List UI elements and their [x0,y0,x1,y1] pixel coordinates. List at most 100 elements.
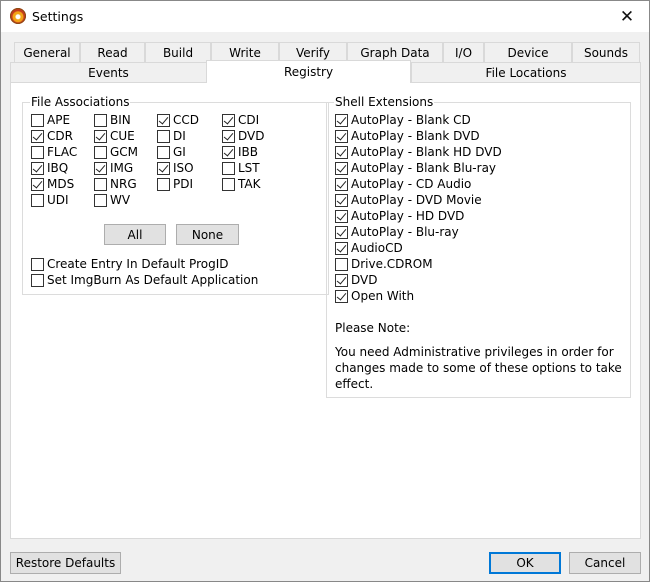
close-icon[interactable]: ✕ [605,1,649,32]
file-assoc-wv-checkbox[interactable]: WV [94,192,130,208]
shell-ext-autoplay-blank-cd-checkbox[interactable]: AutoPlay - Blank CD [335,112,471,128]
checkbox-label: DVD [351,273,378,287]
shell-ext-drive-cdrom-checkbox[interactable]: Drive.CDROM [335,256,433,272]
file-assoc-mds-checkbox[interactable]: MDS [31,176,74,192]
cancel-button[interactable]: Cancel [569,552,641,574]
ok-button[interactable]: OK [489,552,561,574]
file-assoc-cue-checkbox[interactable]: CUE [94,128,135,144]
checkbox-box[interactable] [335,161,348,175]
checkbox-box[interactable] [31,161,44,175]
shell-ext-autoplay-hd-dvd-checkbox[interactable]: AutoPlay - HD DVD [335,208,464,224]
checkbox-box[interactable] [157,129,170,143]
shell-ext-autoplay-blank-dvd-checkbox[interactable]: AutoPlay - Blank DVD [335,128,480,144]
none-button[interactable]: None [176,224,239,245]
create-entry-default-progid-checkbox[interactable]: Create Entry In Default ProgID [31,256,228,272]
shell-ext-autoplay-blu-ray-checkbox[interactable]: AutoPlay - Blu-ray [335,224,459,240]
file-assoc-dvd-checkbox[interactable]: DVD [222,128,264,144]
restore-defaults-button[interactable]: Restore Defaults [10,552,121,574]
checkbox-label: CUE [110,129,135,143]
tab-general[interactable]: General [14,42,80,62]
checkbox-box[interactable] [335,129,348,143]
file-assoc-gcm-checkbox[interactable]: GCM [94,144,138,160]
file-assoc-img-checkbox[interactable]: IMG [94,160,133,176]
shell-ext-audiocd-checkbox[interactable]: AudioCD [335,240,403,256]
file-assoc-ccd-checkbox[interactable]: CCD [157,112,199,128]
file-assoc-tak-checkbox[interactable]: TAK [222,176,260,192]
checkbox-box[interactable] [335,289,348,303]
tab-registry[interactable]: Registry [206,60,411,83]
checkbox-box[interactable] [335,177,348,191]
file-assoc-lst-checkbox[interactable]: LST [222,160,260,176]
checkbox-box[interactable] [335,145,348,159]
checkbox-box[interactable] [222,145,235,159]
shell-ext-autoplay-blank-blu-ray-checkbox[interactable]: AutoPlay - Blank Blu-ray [335,160,496,176]
file-assoc-ape-checkbox[interactable]: APE [31,112,70,128]
checkbox-label: AutoPlay - DVD Movie [351,193,482,207]
tab-read[interactable]: Read [80,42,145,62]
shell-ext-autoplay-blank-hd-dvd-checkbox[interactable]: AutoPlay - Blank HD DVD [335,144,502,160]
checkbox-box[interactable] [94,129,107,143]
note-line-2: changes made to some of these options to… [335,361,622,391]
file-assoc-ibb-checkbox[interactable]: IBB [222,144,258,160]
checkbox-label: IBB [238,145,259,159]
checkbox-box[interactable] [31,113,44,127]
checkbox-box[interactable] [94,177,107,191]
checkbox-box[interactable] [31,177,44,191]
checkbox-box[interactable] [335,257,348,271]
file-assoc-flac-checkbox[interactable]: FLAC [31,144,77,160]
checkbox-box[interactable] [222,113,235,127]
checkbox-box[interactable] [222,161,235,175]
set-default-application-checkbox[interactable]: Set ImgBurn As Default Application [31,272,258,288]
file-assoc-cdi-checkbox[interactable]: CDI [222,112,259,128]
file-assoc-pdi-checkbox[interactable]: PDI [157,176,193,192]
checkbox-box[interactable] [222,177,235,191]
checkbox-box[interactable] [31,193,44,207]
checkbox-box[interactable] [335,225,348,239]
shell-ext-autoplay-cd-audio-checkbox[interactable]: AutoPlay - CD Audio [335,176,471,192]
checkbox-box[interactable] [31,129,44,143]
note-line-1: You need Administrative privileges in or… [335,345,614,359]
checkbox-box[interactable] [335,193,348,207]
file-assoc-nrg-checkbox[interactable]: NRG [94,176,137,192]
checkbox-box[interactable] [335,273,348,287]
window-title: Settings [32,9,84,24]
file-associations-group: File Associations APE BIN CCD CDI CDR CUE DI DV… [22,95,329,295]
tab-events[interactable]: Events [10,62,207,82]
file-assoc-udi-checkbox[interactable]: UDI [31,192,69,208]
checkbox-label: PDI [173,177,194,191]
checkbox-box[interactable] [157,145,170,159]
checkbox-box[interactable] [94,145,107,159]
tab-sounds[interactable]: Sounds [572,42,640,62]
checkbox-box[interactable] [157,161,170,175]
tab-io[interactable]: I/O [443,42,484,62]
tab-write[interactable]: Write [211,42,279,62]
checkbox-box[interactable] [157,113,170,127]
tab-graph-data[interactable]: Graph Data [347,42,443,62]
file-assoc-cdr-checkbox[interactable]: CDR [31,128,73,144]
shell-ext-open-with-checkbox[interactable]: Open With [335,288,414,304]
file-assoc-gi-checkbox[interactable]: GI [157,144,186,160]
shell-ext-autoplay-dvd-movie-checkbox[interactable]: AutoPlay - DVD Movie [335,192,482,208]
checkbox-box[interactable] [94,193,107,207]
tab-file-locations[interactable]: File Locations [411,62,641,82]
checkbox-label: AutoPlay - Blank Blu-ray [351,161,497,175]
checkbox-box[interactable] [335,113,348,127]
checkbox-box[interactable] [31,257,44,271]
file-assoc-ibq-checkbox[interactable]: IBQ [31,160,68,176]
all-button[interactable]: All [104,224,166,245]
file-assoc-iso-checkbox[interactable]: ISO [157,160,194,176]
tab-build[interactable]: Build [145,42,211,62]
shell-ext-dvd-checkbox[interactable]: DVD [335,272,377,288]
checkbox-box[interactable] [157,177,170,191]
file-assoc-di-checkbox[interactable]: DI [157,128,186,144]
file-assoc-bin-checkbox[interactable]: BIN [94,112,131,128]
checkbox-box[interactable] [335,209,348,223]
checkbox-box[interactable] [31,273,44,287]
checkbox-box[interactable] [222,129,235,143]
checkbox-box[interactable] [335,241,348,255]
tab-device[interactable]: Device [484,42,572,62]
tab-verify[interactable]: Verify [279,42,347,62]
checkbox-box[interactable] [31,145,44,159]
checkbox-box[interactable] [94,113,107,127]
checkbox-box[interactable] [94,161,107,175]
